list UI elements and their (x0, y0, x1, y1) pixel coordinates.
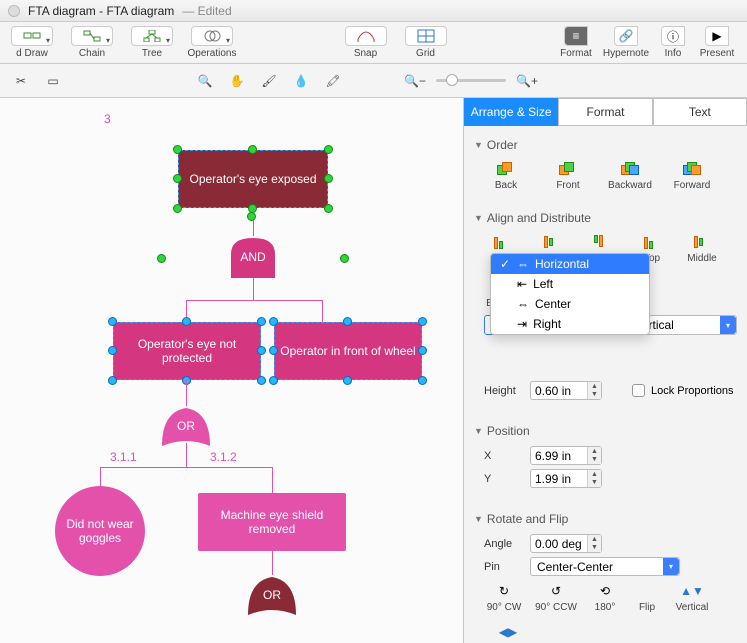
rapid-draw-button[interactable]: ▾ d Draw (6, 26, 58, 59)
x-label: X (484, 450, 524, 462)
eyedropper-tool-icon[interactable]: 💧 (290, 70, 312, 92)
tab-text[interactable]: Text (653, 98, 747, 126)
node-root[interactable]: Operator's eye exposed (178, 150, 328, 208)
lock-proportions-label: Lock Proportions (651, 385, 734, 397)
gate-or-1[interactable]: OR (160, 406, 212, 446)
dropdown-item-center[interactable]: ⇔Center (491, 294, 649, 314)
tab-format[interactable]: Format (558, 98, 652, 126)
node-number-311: 3.1.1 (110, 450, 137, 464)
window-edited-label: — Edited (182, 4, 231, 18)
pin-label: Pin (484, 561, 524, 573)
gate-or-2[interactable]: OR (246, 575, 298, 615)
flip-horizontal-button[interactable]: ◀▶Horizontal (484, 623, 532, 643)
right-toolbar-segment: ≡Format 🔗Hypernote ⓘInfo ▶Present (553, 26, 741, 59)
brush-tool-icon[interactable]: 🖌 (258, 70, 280, 92)
traffic-light-close[interactable] (8, 5, 20, 17)
y-label: Y (484, 473, 524, 485)
angle-field[interactable]: 0.00 deg▲▼ (530, 534, 602, 553)
zoom-slider[interactable] (436, 79, 506, 82)
dropdown-item-right[interactable]: ⇥Right (491, 314, 649, 334)
chain-button[interactable]: ▾ Chain (66, 26, 118, 59)
present-button[interactable]: ▶Present (693, 26, 741, 59)
zoom-in-icon[interactable]: 🔍+ (516, 70, 538, 92)
hypernote-button[interactable]: 🔗Hypernote (599, 26, 653, 59)
rotate-90ccw-button[interactable]: ↺90° CCW (534, 582, 578, 613)
align-middle-button[interactable]: Middle (684, 233, 720, 264)
section-order[interactable]: ▼Order (474, 138, 737, 152)
dropdown-item-left[interactable]: ⇤Left (491, 274, 649, 294)
tree-button[interactable]: ▾ Tree (126, 26, 178, 59)
node-circle-goggles[interactable]: Did not wear goggles (55, 486, 145, 576)
dropdown-item-horizontal[interactable]: ✓⇔Horizontal (491, 254, 649, 274)
grid-button[interactable]: Grid (400, 26, 452, 59)
section-rotate[interactable]: ▼Rotate and Flip (474, 512, 737, 526)
x-field[interactable]: 6.99 in▲▼ (530, 446, 602, 465)
rotate-180-button[interactable]: ⟲180° (588, 582, 622, 613)
y-field[interactable]: 1.99 in▲▼ (530, 469, 602, 488)
node-box-shield[interactable]: Machine eye shield removed (198, 493, 346, 551)
flip-label: Flip (632, 582, 662, 613)
rotate-90cw-button[interactable]: ↻90° CW (484, 582, 524, 613)
section-position[interactable]: ▼Position (474, 424, 737, 438)
inspector-panel: Arrange & Size Format Text ▼Order Back F… (463, 98, 747, 643)
operations-button[interactable]: ▾ Operations (186, 26, 238, 59)
gate-and[interactable]: AND (227, 236, 279, 278)
order-forward-button[interactable]: Forward (670, 160, 714, 191)
pointer-tool-icon[interactable]: 🔍 (194, 70, 216, 92)
node-right1[interactable]: Operator in front of wheel (274, 322, 422, 380)
flip-vertical-button[interactable]: ▲▼Vertical (672, 582, 712, 613)
section-align[interactable]: ▼Align and Distribute (474, 211, 737, 225)
snap-button[interactable]: Snap (340, 26, 392, 59)
distribute-dropdown-popup: ✓⇔Horizontal ⇤Left ⇔Center ⇥Right (490, 253, 650, 335)
order-back-button[interactable]: Back (484, 160, 528, 191)
cut-tool-icon[interactable]: ✂ (10, 70, 32, 92)
info-button[interactable]: ⓘInfo (653, 26, 693, 59)
pin-select[interactable]: Center-Center▾ (530, 557, 680, 576)
container-tool-icon[interactable]: ▭ (42, 70, 64, 92)
paint-tool-icon[interactable]: 🖍 (322, 70, 344, 92)
zoom-out-icon[interactable]: 🔍− (404, 70, 426, 92)
node-number-root: 3 (104, 112, 111, 126)
format-button[interactable]: ≡Format (553, 26, 599, 59)
height-label: Height (484, 385, 524, 397)
drawing-canvas[interactable]: 3 Operator's eye exposed AND (0, 98, 463, 643)
window-title: FTA diagram - FTA diagram (28, 4, 174, 18)
order-front-button[interactable]: Front (546, 160, 590, 191)
tool-strip: ✂ ▭ 🔍 ✋ 🖌 💧 🖍 🔍− 🔍+ (0, 64, 747, 98)
lock-proportions-checkbox[interactable] (632, 384, 645, 397)
window-titlebar: FTA diagram - FTA diagram — Edited (0, 0, 747, 22)
tab-arrange-size[interactable]: Arrange & Size (464, 98, 558, 126)
hand-tool-icon[interactable]: ✋ (226, 70, 248, 92)
main-toolbar: ▾ d Draw ▾ Chain ▾ Tree ▾ Operations Sna… (0, 22, 747, 64)
node-number-312: 3.1.2 (210, 450, 237, 464)
inspector-tabs: Arrange & Size Format Text (464, 98, 747, 126)
order-backward-button[interactable]: Backward (608, 160, 652, 191)
angle-label: Angle (484, 538, 524, 550)
node-left1[interactable]: Operator's eye not protected (113, 322, 261, 380)
height-field[interactable]: 0.60 in▲▼ (530, 381, 602, 400)
